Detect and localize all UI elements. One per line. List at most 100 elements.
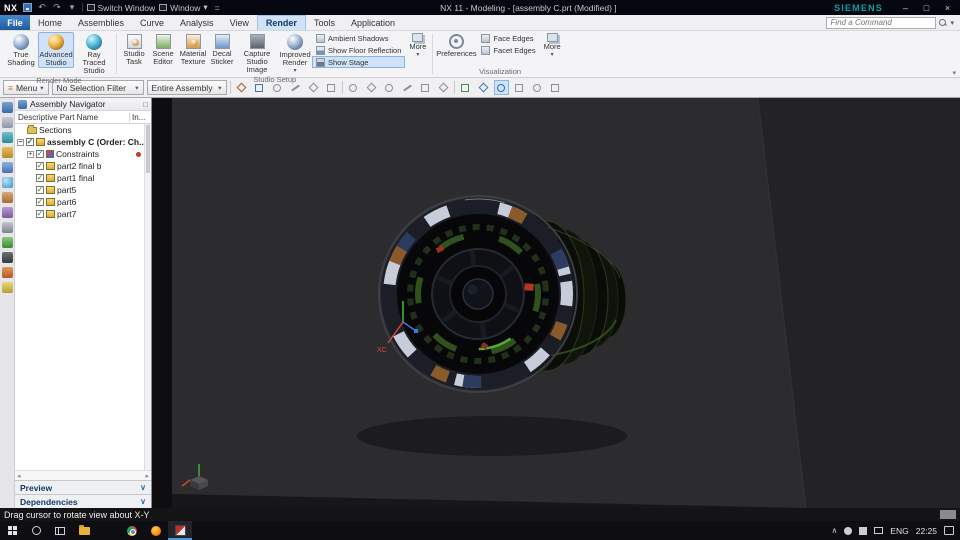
tree-row-part6[interactable]: ✓ part6 bbox=[15, 196, 151, 208]
scroll-left-icon[interactable]: ◂ bbox=[17, 472, 21, 480]
expand-icon[interactable]: + bbox=[27, 150, 34, 158]
web-browser-tab-icon[interactable] bbox=[1, 177, 13, 188]
constraints-checkbox[interactable]: ✓ bbox=[36, 149, 44, 158]
collapse-icon[interactable]: − bbox=[17, 138, 24, 146]
roles-tab-icon[interactable] bbox=[1, 237, 13, 248]
capture-studio-image-button[interactable]: Capture Studio Image bbox=[236, 32, 278, 75]
studio-task-button[interactable]: Studio Task bbox=[120, 32, 148, 67]
rotate-view-button[interactable] bbox=[493, 80, 509, 95]
facet-edges-toggle[interactable]: Facet Edges bbox=[477, 44, 539, 56]
quick-access-dropdown[interactable]: ▾ bbox=[67, 2, 78, 13]
close-button[interactable]: × bbox=[939, 3, 956, 13]
tab-curve[interactable]: Curve bbox=[132, 15, 172, 30]
improved-render-button[interactable]: Improved Render ▾ bbox=[279, 32, 311, 75]
face-edges-toggle[interactable]: Face Edges bbox=[477, 32, 539, 44]
file-explorer-button[interactable] bbox=[72, 521, 96, 540]
3d-viewport[interactable]: XC bbox=[152, 98, 960, 508]
task-view-button[interactable] bbox=[48, 521, 72, 540]
search-dropdown-icon[interactable]: ▾ bbox=[950, 19, 954, 27]
ambient-shadows-toggle[interactable]: Ambient Shadows bbox=[312, 32, 405, 44]
part-checkbox[interactable]: ✓ bbox=[36, 197, 44, 206]
column-info[interactable]: In... bbox=[129, 112, 151, 122]
tab-view[interactable]: View bbox=[222, 15, 257, 30]
fit-view-button[interactable] bbox=[548, 80, 563, 95]
templates-tab-icon[interactable] bbox=[1, 282, 13, 293]
maximize-button[interactable]: □ bbox=[918, 3, 935, 13]
history-tab-icon[interactable] bbox=[1, 192, 13, 203]
tree-row-sections[interactable]: Sections bbox=[15, 124, 151, 136]
nx-taskbar-button[interactable] bbox=[168, 521, 192, 540]
tray-chevron-up-icon[interactable]: ∧ bbox=[831, 526, 837, 535]
true-shading-button[interactable]: True Shading bbox=[5, 32, 37, 68]
visualization-more-button[interactable]: More ▾ bbox=[541, 32, 564, 59]
preferences-button[interactable]: Preferences bbox=[436, 32, 477, 59]
panel-options-icon[interactable]: □ bbox=[143, 100, 148, 109]
column-descriptive-part-name[interactable]: Descriptive Part Name bbox=[15, 113, 129, 122]
action-center-icon[interactable] bbox=[944, 526, 954, 535]
ribbon-minimize-icon[interactable]: ▾ bbox=[952, 69, 956, 77]
tree-row-part1-final[interactable]: ✓ part1 final bbox=[15, 172, 151, 184]
edge-button[interactable] bbox=[96, 521, 120, 540]
volume-icon[interactable] bbox=[874, 527, 884, 534]
file-menu-button[interactable]: File bbox=[0, 15, 30, 30]
people-icon[interactable] bbox=[844, 526, 853, 535]
part-checkbox[interactable]: ✓ bbox=[36, 209, 44, 218]
zoom-view-button[interactable] bbox=[530, 80, 545, 95]
switch-window-button[interactable]: Switch Window bbox=[86, 3, 155, 13]
tab-render[interactable]: Render bbox=[256, 15, 306, 30]
part-checkbox[interactable]: ✓ bbox=[36, 185, 44, 194]
graphics-window[interactable]: XC bbox=[152, 98, 960, 508]
system-materials-tab-icon[interactable] bbox=[1, 267, 13, 278]
system-scenes-tab-icon[interactable] bbox=[1, 252, 13, 263]
navigator-horizontal-scrollbar[interactable]: ◂ ▸ bbox=[15, 470, 151, 480]
dependencies-section-header[interactable]: Dependencies ∨ bbox=[15, 494, 151, 508]
studio-setup-more-button[interactable]: More ▾ bbox=[406, 32, 429, 59]
advanced-studio-button[interactable]: Advanced Studio bbox=[38, 32, 74, 68]
chrome-button[interactable] bbox=[120, 521, 144, 540]
scrollbar-thumb[interactable] bbox=[146, 125, 150, 173]
save-button[interactable] bbox=[22, 2, 33, 13]
resize-grip[interactable] bbox=[940, 510, 956, 519]
hd3d-tools-tab-icon[interactable] bbox=[1, 162, 13, 173]
decal-sticker-button[interactable]: Decal Sticker bbox=[209, 32, 235, 67]
tab-tools[interactable]: Tools bbox=[306, 15, 343, 30]
material-texture-button[interactable]: Material Texture bbox=[178, 32, 208, 67]
search-button[interactable] bbox=[24, 521, 48, 540]
redo-button[interactable]: ↷ bbox=[52, 2, 63, 13]
assembly-checkbox[interactable]: ✓ bbox=[26, 137, 34, 146]
part-checkbox[interactable]: ✓ bbox=[36, 173, 44, 182]
search-icon[interactable] bbox=[939, 18, 947, 27]
part-navigator-tab-icon[interactable] bbox=[1, 132, 13, 143]
window-menu-button[interactable]: Window ▾ bbox=[159, 2, 208, 13]
tree-row-assembly[interactable]: − ✓ assembly C (Order: Ch... bbox=[15, 136, 151, 148]
tab-analysis[interactable]: Analysis bbox=[172, 15, 222, 30]
minimize-button[interactable]: – bbox=[897, 3, 914, 13]
scroll-right-icon[interactable]: ▸ bbox=[145, 472, 149, 480]
navigator-vertical-scrollbar[interactable] bbox=[144, 124, 151, 470]
undo-button[interactable]: ↶ bbox=[37, 2, 48, 13]
preview-section-header[interactable]: Preview ∨ bbox=[15, 480, 151, 494]
tree-row-constraints[interactable]: + ✓ Constraints bbox=[15, 148, 151, 160]
show-floor-reflection-toggle[interactable]: Show Floor Reflection bbox=[312, 44, 405, 56]
tree-row-part5[interactable]: ✓ part5 bbox=[15, 184, 151, 196]
show-stage-toggle[interactable]: Show Stage bbox=[312, 56, 406, 68]
language-indicator[interactable]: ENG bbox=[890, 526, 908, 536]
manufacturing-wizards-tab-icon[interactable] bbox=[1, 222, 13, 233]
assembly-navigator-tab-icon[interactable] bbox=[1, 102, 13, 113]
process-studio-tab-icon[interactable] bbox=[1, 207, 13, 218]
tab-home[interactable]: Home bbox=[30, 15, 70, 30]
onedrive-icon[interactable] bbox=[859, 526, 868, 535]
part-checkbox[interactable]: ✓ bbox=[36, 161, 44, 170]
tree-row-part2-final-b[interactable]: ✓ part2 final b bbox=[15, 160, 151, 172]
constraint-navigator-tab-icon[interactable] bbox=[1, 117, 13, 128]
tree-row-part7[interactable]: ✓ part7 bbox=[15, 208, 151, 220]
firefox-button[interactable] bbox=[144, 521, 168, 540]
reuse-library-tab-icon[interactable] bbox=[1, 147, 13, 158]
bounded-plane-button[interactable] bbox=[436, 80, 451, 95]
pan-view-button[interactable] bbox=[512, 80, 527, 95]
tab-application[interactable]: Application bbox=[343, 15, 403, 30]
ray-traced-studio-button[interactable]: Ray Traced Studio bbox=[75, 32, 113, 76]
command-search-input[interactable] bbox=[826, 16, 937, 29]
move-object-button[interactable] bbox=[476, 80, 491, 95]
measure-button[interactable] bbox=[458, 80, 473, 95]
